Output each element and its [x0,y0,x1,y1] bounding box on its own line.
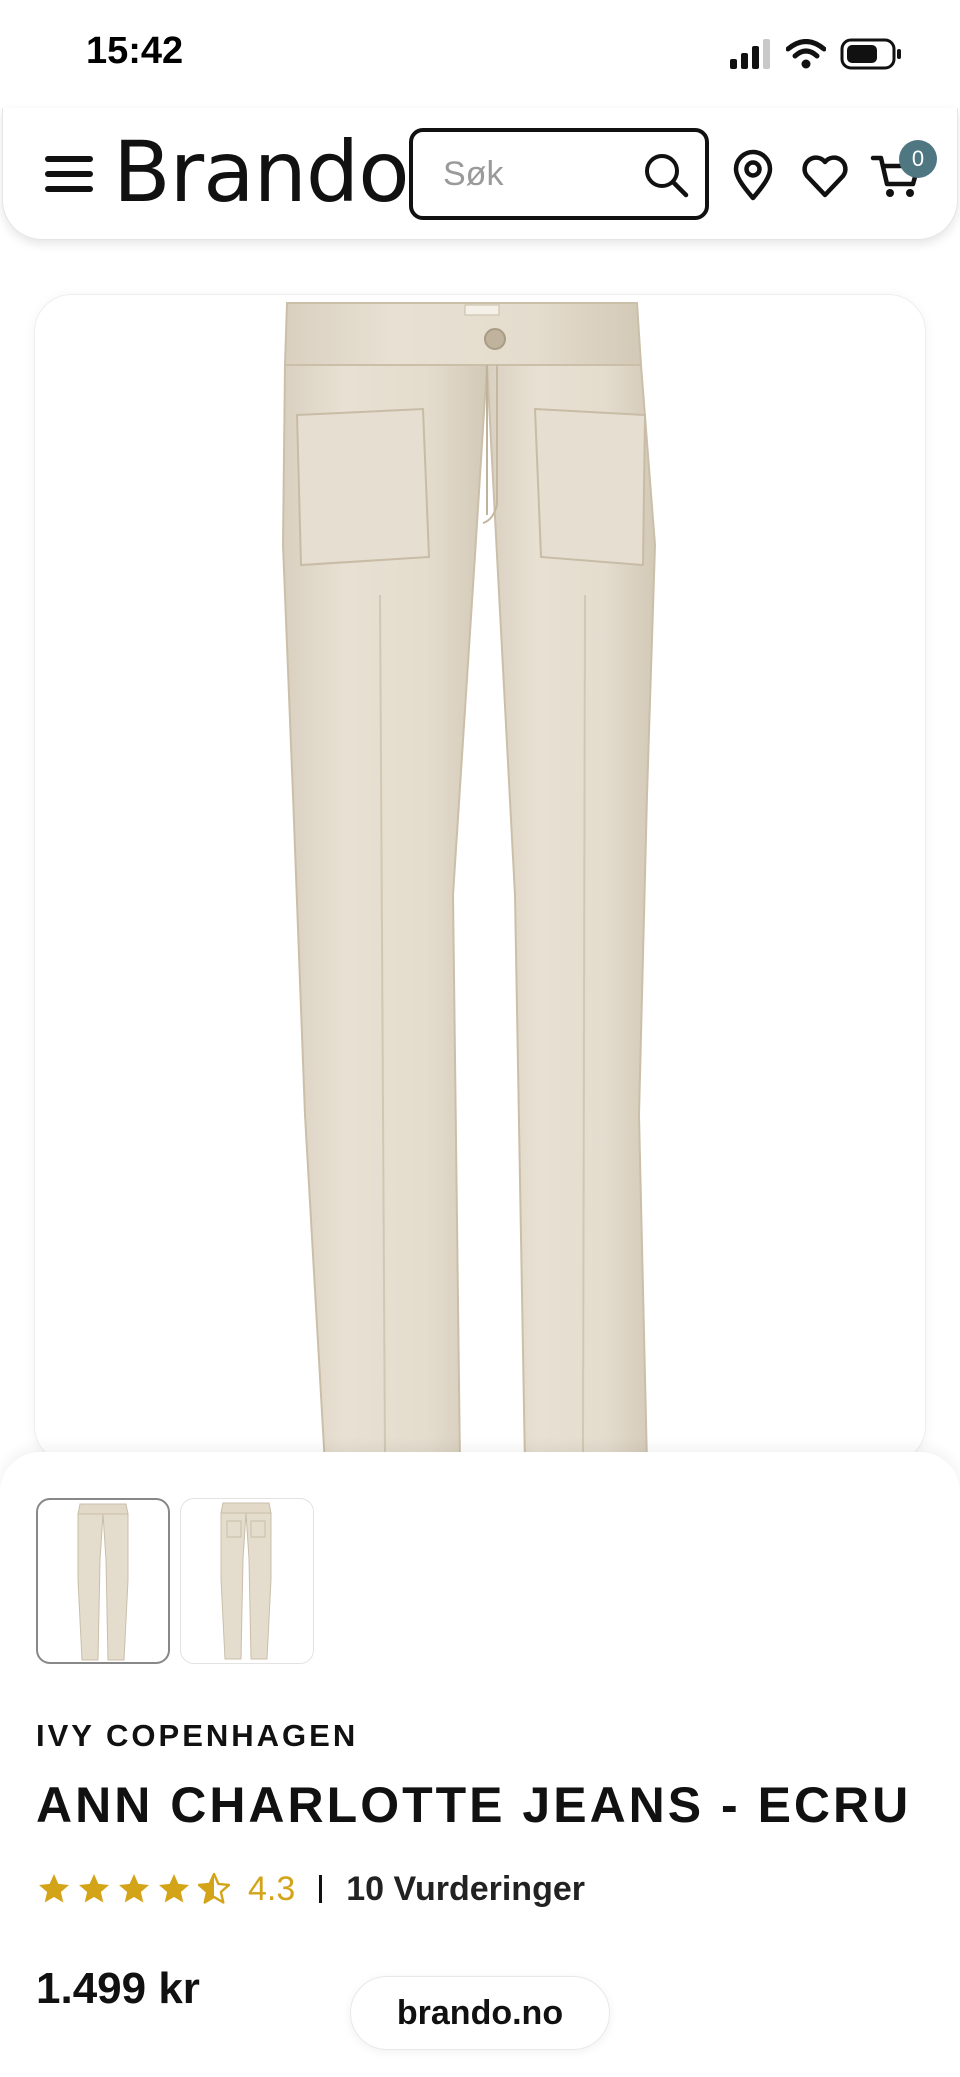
star-icon [119,1874,149,1903]
menu-icon-bar [45,156,93,162]
cellular-signal-icon [730,39,770,69]
battery-icon [840,38,901,70]
thumbnail-image [77,1503,129,1661]
search-icon[interactable] [641,150,691,200]
product-image [281,302,657,1463]
location-icon[interactable] [725,148,781,204]
half-star-icon [197,1872,231,1904]
product-rating[interactable]: 4.3 10 Vurderinger [36,1864,585,1914]
thumbnail-image [220,1502,272,1660]
product-info-sheet: IVY COPENHAGEN ANN CHARLOTTE JEANS - ECR… [0,1452,960,2077]
star-icon [159,1874,189,1903]
product-brand[interactable]: IVY COPENHAGEN [36,1718,358,1754]
browser-url-bar[interactable]: brando.no [350,1976,610,2050]
review-count-link[interactable]: 10 Vurderinger [346,1870,585,1909]
brand-logo[interactable]: Brando [113,130,410,214]
product-title: ANN CHARLOTTE JEANS - ECRU [36,1777,912,1833]
menu-icon-bar [45,186,93,192]
star-icon [79,1874,109,1903]
rating-value: 4.3 [248,1869,296,1908]
search-box[interactable] [409,128,709,220]
star-icon [39,1874,69,1903]
thumbnail-front[interactable] [36,1498,170,1664]
rating-divider [319,1875,323,1903]
heart-icon[interactable] [797,148,853,204]
status-time: 15:42 [86,30,184,72]
status-bar: 15:42 [0,0,960,105]
wifi-icon [786,39,826,69]
site-header: Brando 0 [2,108,958,240]
cart-count-badge: 0 [899,140,937,178]
search-input[interactable] [443,154,643,194]
product-price: 1.499 kr [36,1964,200,2013]
menu-icon-bar [45,171,93,177]
rating-stars [36,1871,232,1907]
menu-button[interactable] [43,148,95,200]
status-icons [730,36,902,72]
thumbnail-back[interactable] [180,1498,314,1664]
product-image-card[interactable] [34,294,926,1464]
